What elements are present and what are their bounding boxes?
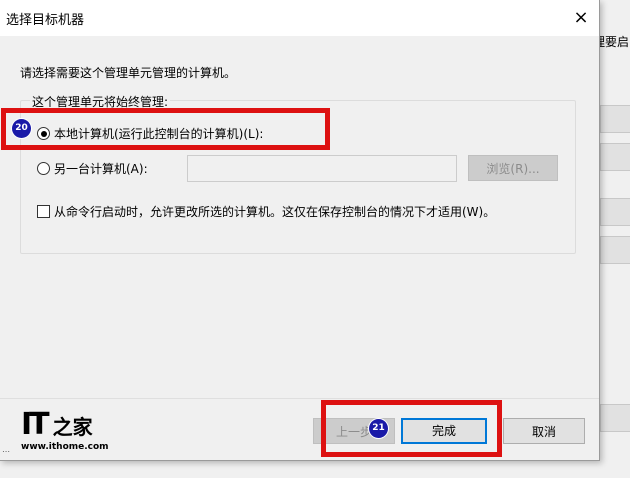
other-computer-option[interactable]: 另一台计算机(A): — [37, 160, 148, 177]
step-badge-finish: 21 — [369, 419, 388, 438]
dialog-titlebar: 选择目标机器 × — [0, 0, 599, 36]
watermark-logo-it: IT — [21, 407, 50, 442]
allow-change-checkbox[interactable] — [37, 205, 50, 218]
resize-grip-icon[interactable]: ⋯ — [2, 447, 16, 457]
background-control — [600, 105, 630, 133]
step-badge-local: 20 — [12, 119, 31, 138]
background-control — [600, 198, 630, 226]
allow-change-option[interactable]: 从命令行启动时，允许更改所选的计算机。这仅在保存控制台的情况下才适用(W)。 — [37, 203, 495, 220]
browse-button[interactable]: 浏览(R)... — [468, 155, 558, 181]
highlight-finish-button — [321, 400, 502, 457]
background-control — [600, 143, 630, 171]
allow-change-label: 从命令行启动时，允许更改所选的计算机。这仅在保存控制台的情况下才适用(W)。 — [54, 205, 496, 219]
cancel-button[interactable]: 取消 — [503, 418, 585, 444]
other-computer-radio[interactable] — [37, 162, 50, 175]
watermark-logo-home: 之家 — [52, 415, 93, 439]
watermark-url: www.ithome.com — [21, 442, 109, 452]
dialog-prompt: 请选择需要这个管理单元管理的计算机。 — [20, 66, 237, 80]
select-target-machine-dialog: 选择目标机器 × 请选择需要这个管理单元管理的计算机。 这个管理单元将始终管理:… — [0, 0, 600, 461]
background-control — [600, 404, 630, 432]
other-computer-label: 另一台计算机(A): — [54, 162, 148, 176]
close-icon[interactable]: × — [566, 4, 596, 32]
other-computer-input[interactable] — [187, 155, 457, 182]
ithome-watermark: IT 之家 www.ithome.com — [21, 407, 109, 453]
footer-divider — [0, 398, 599, 399]
highlight-local-option — [1, 108, 330, 150]
background-control — [600, 236, 630, 264]
dialog-title: 选择目标机器 — [6, 13, 85, 28]
